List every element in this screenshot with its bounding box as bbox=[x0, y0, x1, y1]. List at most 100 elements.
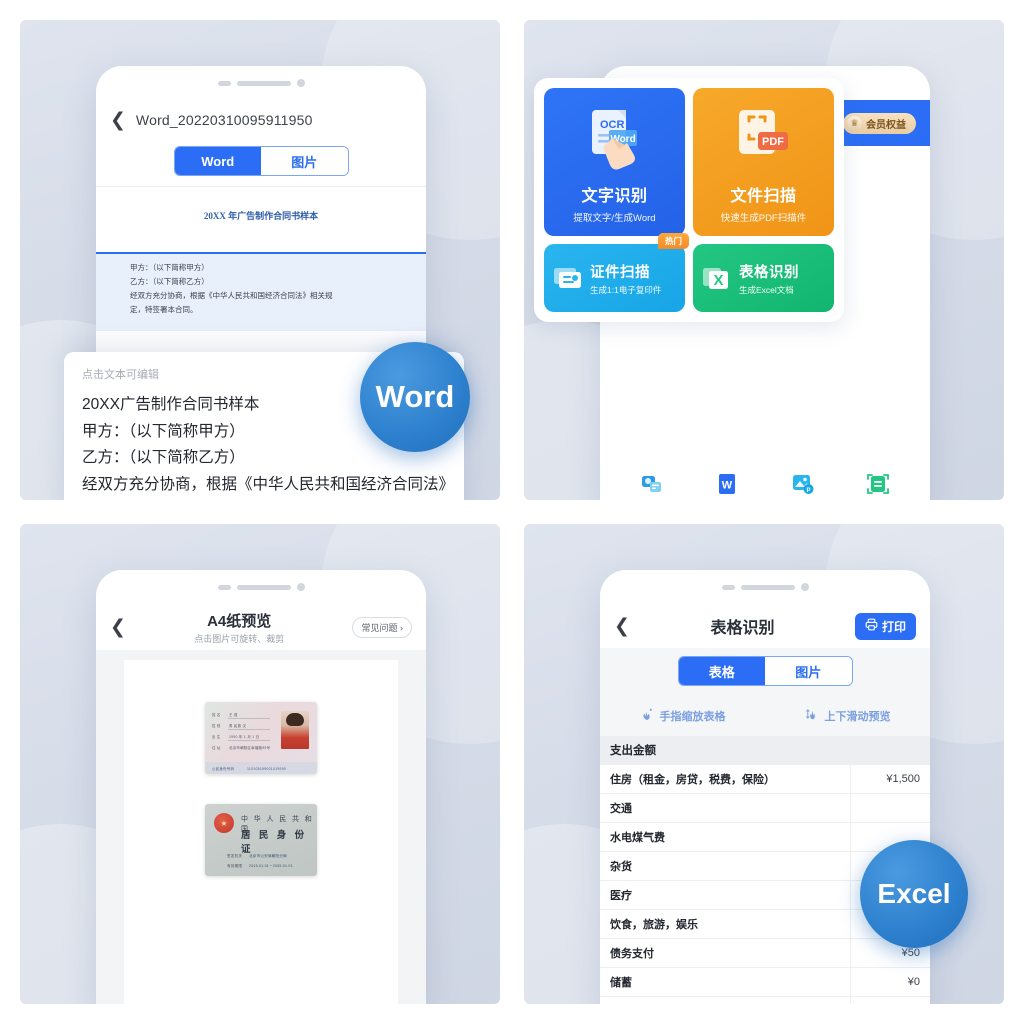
swipe-vertical-icon bbox=[805, 707, 820, 725]
document-title: 20XX 年广告制作合同书样本 bbox=[203, 211, 319, 221]
phone-notch bbox=[96, 66, 426, 100]
table-row[interactable]: 储蓄 ¥0 bbox=[600, 967, 930, 997]
feature-tiles: OCR Word 文字识别 提取文字/生成Word PDF 文件扫描 快速生成P… bbox=[534, 78, 844, 322]
document-paragraph: 经双方充分协商，根据《中华人民共和国经济合同法》相关规 bbox=[130, 290, 333, 300]
tile-title: 文字识别 bbox=[581, 188, 648, 205]
print-button[interactable]: 打印 bbox=[854, 612, 916, 640]
id-value: 男 民族 汉 bbox=[229, 724, 247, 728]
tab-group: 表格 图片 bbox=[600, 648, 930, 696]
id-issuer-value: 北京市公安局朝阳分局 bbox=[249, 854, 287, 858]
tile-id-scan[interactable]: 热门 证件扫描 生成1:1电子复印件 bbox=[544, 233, 689, 312]
document-preview[interactable]: 20XX 年广告制作合同书样本 甲方：（以下简称甲方） 乙方：（以下简称乙方） … bbox=[96, 187, 426, 331]
row-amount: ¥100 bbox=[849, 996, 930, 1004]
faq-button[interactable]: 常见问题 › bbox=[352, 616, 412, 638]
row-label: 饮食，旅游，娱乐 bbox=[600, 909, 850, 939]
faq-label: 常见问题 bbox=[361, 622, 398, 633]
hint-pinch-zoom: 手指缩放表格 bbox=[640, 707, 726, 725]
svg-text:P: P bbox=[806, 488, 810, 494]
id-label: 出 生 bbox=[212, 735, 221, 739]
tab-image[interactable]: 图片 bbox=[261, 147, 348, 175]
id-value: 北京市朝阳区幸福路99号 bbox=[229, 746, 271, 750]
phone-frame: ❮ 表格识别 打印 表格 图片 手指缩放表格 上下滑动预览 支出金额 住房（租金… bbox=[600, 570, 930, 1004]
tab-group: Word 图片 bbox=[96, 140, 426, 186]
row-amount: ¥0 bbox=[849, 967, 930, 997]
id-card-icon bbox=[552, 262, 584, 294]
id-card-front[interactable]: 姓 名 王 强 性 别 男 民族 汉 出 生 1990 年 1 月 1 日 住 … bbox=[205, 702, 317, 774]
table-row[interactable]: 教育 ¥100 bbox=[600, 996, 930, 1004]
nav-bar: ❮ Word_20220310095911950 bbox=[96, 100, 426, 140]
page-subtitle: 点击图片可旋转、裁剪 bbox=[194, 633, 285, 644]
tile-text: 证件扫描 生成1:1电子复印件 bbox=[590, 261, 661, 296]
svg-text:PDF: PDF bbox=[762, 136, 784, 148]
crown-icon: ♛ bbox=[847, 115, 862, 131]
id-card-back[interactable]: 中 华 人 民 共 和 国 居 民 身 份 证 签发机关 北京市公安局朝阳分局 … bbox=[205, 804, 317, 876]
table-scan-icon[interactable] bbox=[866, 472, 890, 496]
bottom-nav: W P bbox=[600, 462, 930, 500]
tile-title: 文件扫描 bbox=[730, 188, 797, 205]
phone-notch bbox=[600, 570, 930, 604]
notch-speaker-small bbox=[217, 80, 231, 86]
id-underline bbox=[228, 729, 270, 730]
a4-page[interactable]: 姓 名 王 强 性 别 男 民族 汉 出 生 1990 年 1 月 1 日 住 … bbox=[124, 660, 398, 1004]
row-label: 储蓄 bbox=[600, 967, 850, 997]
document-paragraph: 定，特签署本合同。 bbox=[130, 304, 198, 314]
id-number-value: 110105199001019999 bbox=[247, 767, 287, 771]
national-emblem-icon bbox=[214, 813, 234, 833]
row-label: 交通 bbox=[600, 793, 850, 823]
tile-subtitle: 提取文字/生成Word bbox=[573, 213, 656, 224]
vip-benefits-button[interactable]: ♛ 会员权益 bbox=[843, 112, 916, 134]
tile-title: 表格识别 bbox=[739, 264, 799, 281]
id-underline bbox=[228, 740, 270, 741]
id-valid-value: 2015.01.01－2035.01.01 bbox=[249, 864, 293, 868]
chevron-left-icon[interactable]: ❮ bbox=[110, 618, 126, 637]
id-label: 住 址 bbox=[212, 746, 221, 750]
image-to-pdf-icon[interactable]: P bbox=[791, 472, 815, 496]
id-value: 1990 年 1 月 1 日 bbox=[229, 735, 260, 739]
panel-table-recognition: ❮ 表格识别 打印 表格 图片 手指缩放表格 上下滑动预览 支出金额 住房（租金… bbox=[524, 524, 1004, 1004]
chevron-left-icon[interactable]: ❮ bbox=[110, 111, 126, 130]
row-label: 教育 bbox=[600, 996, 850, 1004]
excel-brand-badge: Excel bbox=[860, 840, 968, 948]
tile-title: 证件扫描 bbox=[590, 264, 650, 281]
word-brand-badge: Word bbox=[360, 342, 470, 452]
pdf-scan-icon: PDF bbox=[727, 102, 801, 176]
table-row[interactable]: 水电煤气费 bbox=[600, 822, 930, 852]
notch-speaker bbox=[236, 80, 291, 86]
tile-file-scan[interactable]: PDF 文件扫描 快速生成PDF扫描件 bbox=[693, 88, 834, 236]
tab-table[interactable]: 表格 bbox=[678, 657, 765, 685]
tile-text-recognition[interactable]: OCR Word 文字识别 提取文字/生成Word bbox=[544, 88, 685, 236]
tab-word[interactable]: Word bbox=[174, 147, 261, 175]
row-label: 医疗 bbox=[600, 880, 850, 910]
page-title: A4纸预览 bbox=[207, 612, 272, 630]
scanner-camera-icon[interactable] bbox=[640, 472, 664, 496]
phone-frame: ❮ A4纸预览 点击图片可旋转、裁剪 常见问题 › 姓 名 王 强 性 别 男 … bbox=[96, 570, 426, 1004]
table-row[interactable]: 交通 bbox=[600, 793, 930, 823]
panel-home-features: ♛ 会员权益 W P OCR Word 文字识别 提取文字/生成Word PDF… bbox=[524, 20, 1004, 500]
print-label: 打印 bbox=[881, 619, 906, 634]
gesture-hints: 手指缩放表格 上下滑动预览 bbox=[600, 696, 930, 736]
table-header-cell: 支出金额 bbox=[600, 736, 930, 765]
tile-table-recognition[interactable]: X 表格识别 生成Excel文档 bbox=[693, 244, 834, 312]
tab-image[interactable]: 图片 bbox=[765, 657, 852, 685]
notch-camera bbox=[296, 583, 305, 591]
id-issuer-label: 签发机关 bbox=[227, 854, 243, 858]
id-label: 性 别 bbox=[212, 724, 221, 728]
editable-line[interactable]: 经双方充分协商，根据《中华人民共和国经济合同法》 bbox=[82, 472, 454, 499]
row-label: 债务支付 bbox=[600, 938, 850, 968]
hint-label: 上下滑动预览 bbox=[824, 711, 891, 723]
page-title: 表格识别 bbox=[710, 620, 775, 637]
document-paragraph: 乙方：（以下简称乙方） bbox=[130, 276, 209, 286]
editable-line[interactable]: 乙方：（以下简称乙方） bbox=[82, 445, 446, 472]
tile-text: 表格识别 生成Excel文档 bbox=[739, 261, 799, 296]
segmented-control: Word 图片 bbox=[173, 146, 349, 176]
id-label: 姓 名 bbox=[212, 713, 221, 717]
table-row[interactable]: 住房（租金，房贷，税费，保险） ¥1,500 bbox=[600, 764, 930, 794]
row-label: 杂货 bbox=[600, 851, 850, 881]
row-amount: ¥1,500 bbox=[849, 764, 930, 794]
row-label: 住房（租金，房贷，税费，保险） bbox=[600, 764, 850, 794]
chevron-left-icon[interactable]: ❮ bbox=[614, 617, 630, 636]
word-doc-icon[interactable]: W bbox=[715, 472, 739, 496]
notch-speaker bbox=[740, 584, 795, 590]
table-row[interactable]: 债务支付 ¥50 bbox=[600, 938, 930, 968]
screenshot-grid: ❮ Word_20220310095911950 Word 图片 20XX 年广… bbox=[0, 0, 1024, 1024]
